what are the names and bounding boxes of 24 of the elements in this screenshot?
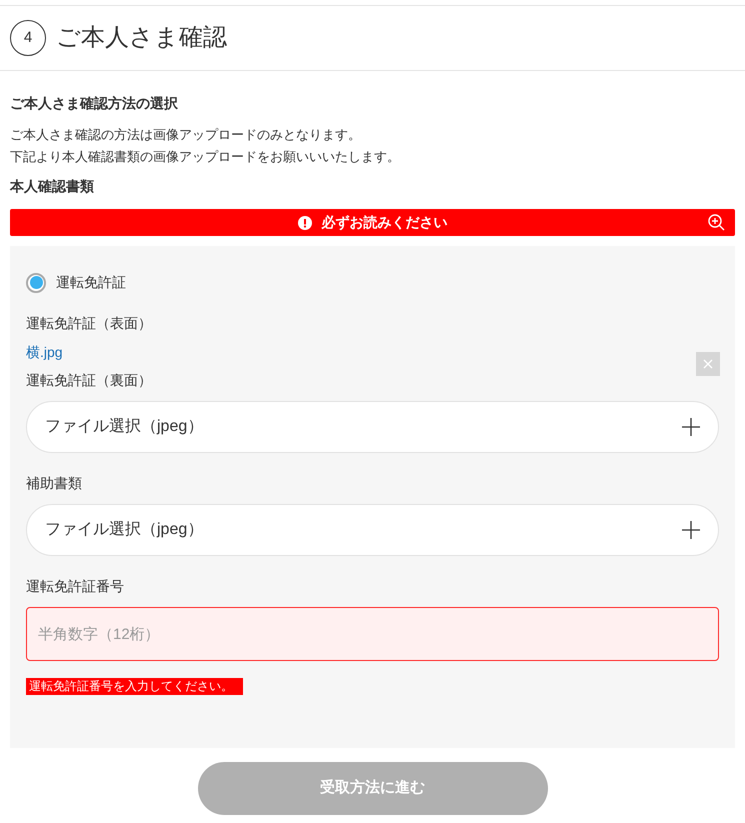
description-text: ご本人さま確認の方法は画像アップロードのみとなります。 [10, 126, 362, 144]
field-label: 運転免許証（裏面） [26, 371, 153, 390]
radio-label: 運転免許証 [56, 273, 126, 292]
section-heading: ご本人さま確認方法の選択 [10, 94, 179, 113]
file-link[interactable]: 横.jpg [26, 342, 63, 363]
file-select-button[interactable]: ファイル選択（jpeg） [26, 504, 719, 556]
description-text: 下記より本人確認書類の画像アップロードをお願いいいたします。 [10, 148, 401, 166]
exclamation-icon [298, 216, 312, 230]
field-label: 運転免許証番号 [26, 577, 125, 596]
close-icon [703, 359, 713, 369]
error-message: 運転免許証番号を入力してください。 [26, 678, 243, 695]
plus-icon [682, 521, 700, 539]
radio-button[interactable] [26, 272, 46, 292]
plus-icon [682, 418, 700, 436]
section-heading: 本人確認書類 [10, 177, 95, 196]
section-title: ご本人さま確認 [56, 23, 227, 53]
field-label: 補助書類 [26, 474, 83, 493]
step-number: 4 [10, 20, 46, 56]
field-label: 運転免許証（表面） [26, 314, 153, 333]
remove-button[interactable] [696, 352, 720, 376]
zoom-in-icon [708, 214, 725, 231]
file-select-button[interactable]: ファイル選択（jpeg） [26, 401, 719, 453]
notice-banner[interactable]: 必ずお読みください [10, 209, 735, 236]
input-field[interactable]: 半角数字（12桁） [26, 607, 719, 661]
